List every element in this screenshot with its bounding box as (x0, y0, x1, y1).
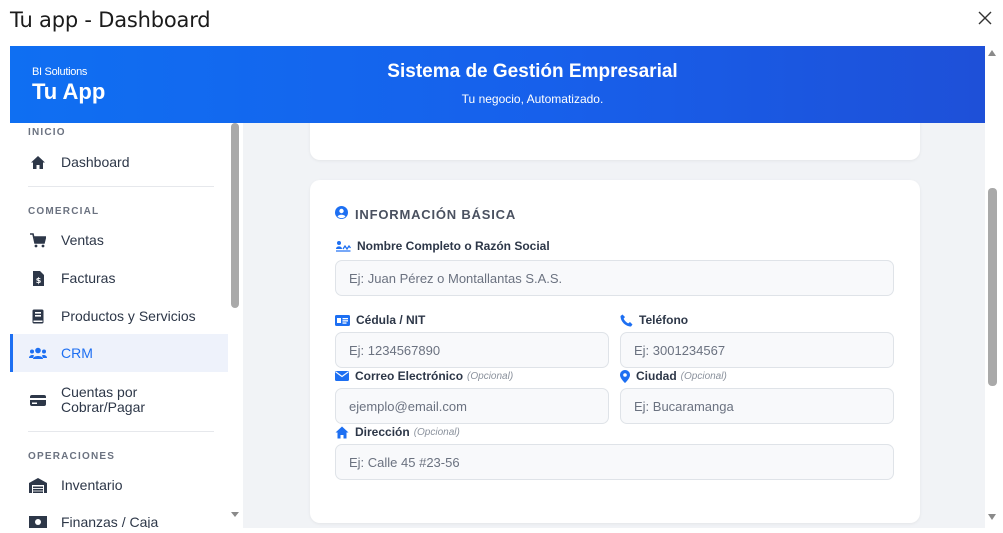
section-title: INFORMACIÓN BÁSICA (335, 206, 516, 222)
sidebar-item-label: CRM (61, 345, 93, 361)
book-icon (29, 307, 47, 325)
id-label-text: Cédula / NIT (356, 313, 426, 327)
phone-label: Teléfono (620, 313, 688, 327)
signature-icon (335, 240, 351, 252)
basic-info-card: INFORMACIÓN BÁSICA Nombre Completo o Raz… (310, 180, 920, 523)
sidebar-item-finanzas[interactable]: Finanzas / Caja (10, 509, 228, 528)
cash-icon (29, 513, 47, 528)
header-subtitle: Tu negocio, Automatizado. (461, 92, 604, 106)
optional-tag: (Opcional) (467, 370, 514, 382)
name-label-text: Nombre Completo o Razón Social (357, 239, 550, 253)
main-scrollbar-thumb[interactable] (988, 188, 997, 386)
section-title-text: INFORMACIÓN BÁSICA (355, 206, 517, 222)
sidebar-item-crm[interactable]: CRM (10, 334, 228, 372)
sidebar-item-productos[interactable]: Productos y Servicios (10, 303, 228, 329)
address-label: Dirección (Opcional) (335, 425, 460, 439)
email-label: Correo Electrónico (Opcional) (335, 369, 513, 383)
id-card-icon (335, 314, 350, 326)
sidebar: INICIO Dashboard COMERCIAL Ventas $ Fact… (10, 123, 228, 528)
user-circle-icon (335, 206, 348, 222)
optional-tag: (Opcional) (680, 370, 727, 382)
home-icon (335, 426, 349, 439)
sidebar-item-inventario[interactable]: Inventario (10, 472, 228, 498)
city-input[interactable]: Ej: Bucaramanga (620, 388, 894, 424)
phone-icon (620, 314, 633, 327)
map-pin-icon (620, 369, 630, 383)
sidebar-section-operaciones: OPERACIONES (28, 451, 116, 462)
city-label: Ciudad (Opcional) (620, 369, 727, 383)
warehouse-icon (29, 476, 47, 494)
scroll-down-icon[interactable] (988, 514, 996, 520)
sidebar-section-comercial: COMERCIAL (28, 206, 100, 217)
users-icon (29, 344, 47, 362)
app-window: Tu app - Dashboard BI Solutions Tu App S… (0, 0, 1003, 533)
email-input[interactable]: ejemplo@email.com (335, 388, 609, 424)
optional-tag: (Opcional) (413, 426, 460, 438)
envelope-icon (335, 371, 349, 381)
close-icon[interactable] (977, 10, 993, 26)
window-title: Tu app - Dashboard (10, 8, 211, 32)
sidebar-item-cuentas[interactable]: Cuentas por Cobrar/Pagar (10, 381, 228, 419)
header-title: Sistema de Gestión Empresarial (387, 61, 678, 82)
id-label: Cédula / NIT (335, 313, 425, 327)
sidebar-scroll-down-icon[interactable] (231, 512, 239, 517)
sidebar-item-label: Cuentas por Cobrar/Pagar (61, 384, 146, 415)
sidebar-item-facturas[interactable]: $ Facturas (10, 265, 228, 291)
sidebar-item-label: Inventario (61, 477, 123, 493)
sidebar-item-ventas[interactable]: Ventas (10, 227, 228, 253)
sidebar-item-dashboard[interactable]: Dashboard (10, 149, 228, 175)
sidebar-item-label: Facturas (61, 270, 116, 286)
sidebar-item-label: Finanzas / Caja (61, 514, 159, 528)
phone-input[interactable]: Ej: 3001234567 (620, 332, 894, 368)
address-input[interactable]: Ej: Calle 45 #23-56 (335, 444, 894, 480)
city-label-text: Ciudad (636, 369, 677, 383)
name-input[interactable]: Ej: Juan Pérez o Montallantas S.A.S. (335, 260, 894, 296)
sidebar-item-label: Productos y Servicios (61, 308, 196, 324)
home-icon (29, 153, 47, 171)
address-label-text: Dirección (355, 425, 410, 439)
phone-label-text: Teléfono (639, 313, 689, 327)
sidebar-divider (28, 431, 214, 432)
cart-icon (29, 231, 47, 249)
sidebar-section-inicio: INICIO (28, 127, 66, 138)
app-header: BI Solutions Tu App Sistema de Gestión E… (10, 46, 985, 123)
previous-card (310, 123, 920, 160)
name-label: Nombre Completo o Razón Social (335, 239, 550, 253)
id-input[interactable]: Ej: 1234567890 (335, 332, 609, 368)
sidebar-item-label: Dashboard (61, 154, 130, 170)
title-bar: Tu app - Dashboard (0, 0, 1003, 46)
svg-text:$: $ (36, 276, 42, 285)
sidebar-scrollbar-thumb[interactable] (231, 123, 239, 308)
invoice-icon: $ (29, 269, 47, 287)
sidebar-item-label: Ventas (61, 232, 104, 248)
email-label-text: Correo Electrónico (355, 369, 464, 383)
sidebar-divider (28, 186, 214, 187)
card-icon (29, 391, 47, 409)
main-content: INFORMACIÓN BÁSICA Nombre Completo o Raz… (243, 123, 985, 528)
scroll-up-icon[interactable] (988, 50, 996, 56)
